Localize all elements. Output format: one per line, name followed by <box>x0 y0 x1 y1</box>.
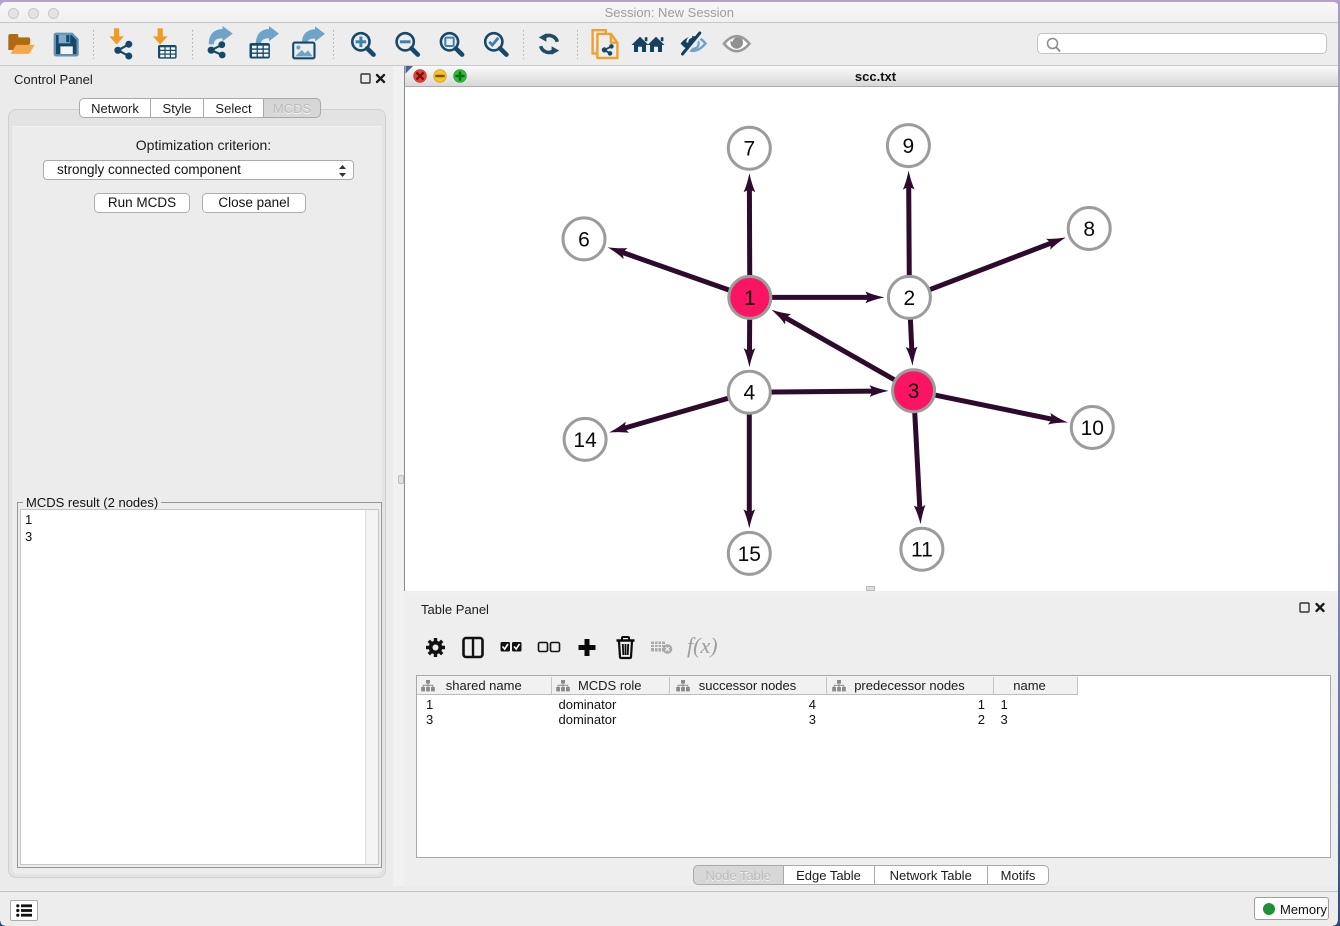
svg-text:9: 9 <box>903 135 915 158</box>
svg-text:11: 11 <box>911 539 933 562</box>
svg-text:2: 2 <box>904 287 916 310</box>
svg-text:1: 1 <box>744 287 756 310</box>
svg-text:14: 14 <box>573 429 597 452</box>
svg-text:3: 3 <box>908 380 920 403</box>
svg-text:8: 8 <box>1083 218 1095 241</box>
svg-text:7: 7 <box>743 138 755 161</box>
svg-text:f(x): f(x) <box>687 633 718 658</box>
svg-text:6: 6 <box>578 228 590 251</box>
svg-text:4: 4 <box>743 382 755 405</box>
svg-text:15: 15 <box>738 543 761 566</box>
svg-text:10: 10 <box>1081 417 1104 440</box>
